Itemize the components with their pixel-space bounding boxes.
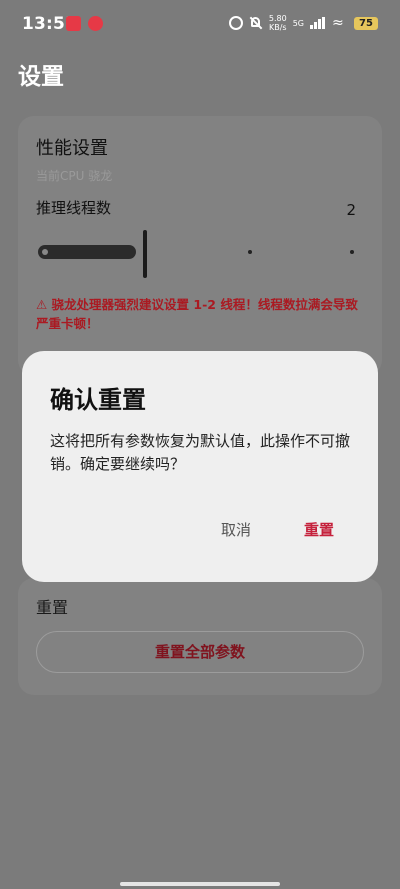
inference-threads-label: 推理线程数 — [36, 199, 112, 217]
app-notification-icon — [66, 16, 81, 31]
slider-tick — [248, 250, 252, 254]
slider-start-dot — [42, 249, 48, 255]
inference-threads-value: 2 — [346, 201, 356, 219]
confirm-reset-button[interactable]: 重置 — [304, 519, 334, 540]
slider-tick — [350, 250, 354, 254]
battery-icon: 75 — [354, 16, 378, 30]
network-speed-value: 5.80 — [268, 14, 287, 23]
reset-title: 重置 — [36, 598, 69, 617]
home-indicator[interactable] — [120, 882, 280, 886]
performance-settings-card: 性能设置 当前CPU 骁龙 推理线程数 2 ⚠ 骁龙处理器强烈建议设置 1-2 … — [18, 116, 382, 376]
threads-slider[interactable] — [38, 230, 356, 278]
slider-active-track — [38, 245, 136, 259]
alarm-icon — [228, 16, 243, 30]
reset-card: 重置 重置全部参数 — [18, 578, 382, 695]
dialog-message: 这将把所有参数恢复为默认值，此操作不可撤销。确定要继续吗？ — [50, 432, 351, 473]
wifi-icon: ≈ — [332, 15, 344, 31]
network-type: 5G — [292, 18, 304, 28]
status-icons: 5.80 KB/s 5G ≈ 75 — [228, 14, 378, 32]
cancel-button[interactable]: 取消 — [221, 519, 251, 540]
music-app-notification-icon — [88, 16, 103, 31]
signal-icon — [310, 17, 326, 29]
page-title: 设置 — [18, 64, 64, 90]
thread-warning: ⚠ 骁龙处理器强烈建议设置 1-2 线程！线程数拉满会导致严重卡顿！ — [36, 297, 358, 331]
reset-all-params-button[interactable]: 重置全部参数 — [36, 631, 364, 673]
network-speed-unit: KB/s — [268, 23, 287, 32]
performance-settings-title: 性能设置 — [36, 138, 108, 159]
slider-thumb[interactable] — [143, 230, 147, 278]
dialog-title: 确认重置 — [50, 386, 146, 414]
current-cpu-label: 当前CPU 骁龙 — [36, 169, 113, 183]
network-speed: 5.80 KB/s — [269, 14, 287, 32]
mute-icon — [249, 16, 263, 30]
status-bar: 13:55 5.80 KB/s 5G ≈ 75 — [0, 0, 400, 46]
confirm-reset-dialog: 确认重置 这将把所有参数恢复为默认值，此操作不可撤销。确定要继续吗？ 取消 重置 — [22, 351, 378, 582]
